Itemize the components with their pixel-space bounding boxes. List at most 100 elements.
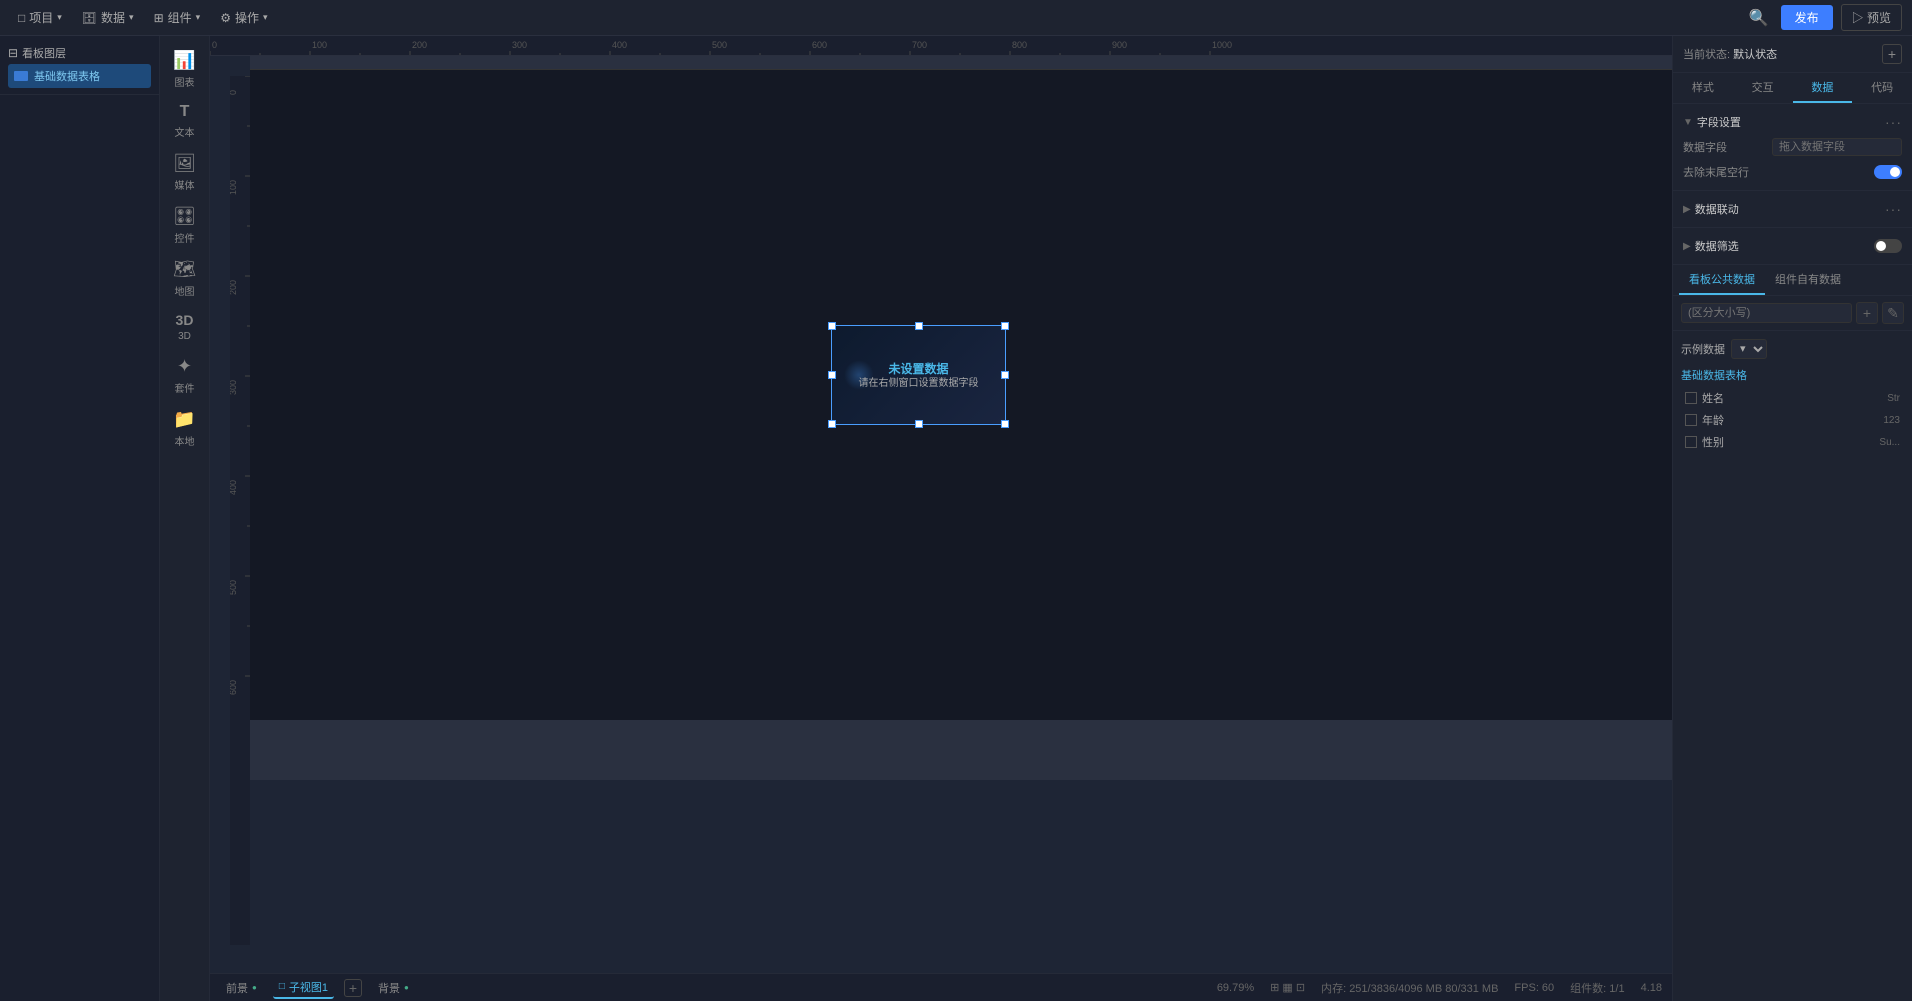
zoom-level: 69.79% bbox=[1217, 982, 1254, 994]
sidebar-item-3d[interactable]: 3D 3D bbox=[163, 306, 207, 348]
data-linkage-header[interactable]: ▶ 数据联动 ··· bbox=[1683, 197, 1902, 221]
right-tabs: 样式 交互 数据 代码 bbox=[1673, 73, 1912, 104]
svg-text:300: 300 bbox=[512, 40, 527, 50]
handle-bl[interactable] bbox=[828, 420, 836, 428]
handle-tr[interactable] bbox=[1001, 322, 1009, 330]
left-panel: ⊟ 看板图层 基础数据表格 bbox=[0, 36, 160, 1001]
trim-empty-row: 去除末尾空行 bbox=[1683, 160, 1902, 184]
data-add-button[interactable]: + bbox=[1856, 302, 1878, 324]
checkbox-gender[interactable] bbox=[1685, 436, 1697, 448]
project-menu[interactable]: □ 项目 ▾ bbox=[10, 6, 70, 29]
handle-mr[interactable] bbox=[1001, 371, 1009, 379]
field-checkbox-name: 姓名 bbox=[1685, 390, 1724, 406]
sidebar-item-local[interactable]: 📁 本地 bbox=[163, 403, 207, 454]
tab-interact[interactable]: 交互 bbox=[1733, 73, 1793, 103]
tab-style[interactable]: 样式 bbox=[1673, 73, 1733, 103]
data-filter-toggle[interactable] bbox=[1874, 239, 1902, 253]
3d-icon: 3D bbox=[176, 312, 194, 328]
field-name-label: 姓名 bbox=[1702, 390, 1724, 406]
data-source-link-row: 基础数据表格 bbox=[1681, 363, 1904, 387]
search-button[interactable]: 🔍 bbox=[1745, 4, 1773, 32]
view-icons: ⊞ ▦ ⊡ bbox=[1270, 981, 1305, 994]
sidebar-item-kit[interactable]: ✦ 套件 bbox=[163, 350, 207, 401]
sidebar-item-media[interactable]: 🖼 媒体 bbox=[163, 147, 207, 198]
publish-button[interactable]: 发布 bbox=[1781, 5, 1833, 30]
data-list: 示例数据 ▾ 基础数据表格 姓名 Str bbox=[1673, 331, 1912, 457]
data-chevron: ▾ bbox=[129, 12, 134, 23]
right-panel: 当前状态: 默认状态 + 样式 交互 数据 代码 ▼ bbox=[1672, 36, 1912, 1001]
trim-empty-toggle[interactable] bbox=[1874, 165, 1902, 179]
sidebar-item-map[interactable]: 🗺 地图 bbox=[163, 253, 207, 304]
handle-br[interactable] bbox=[1001, 420, 1009, 428]
field-checkbox-age: 年龄 bbox=[1685, 412, 1724, 428]
svg-text:200: 200 bbox=[412, 40, 427, 50]
tab-data[interactable]: 数据 bbox=[1793, 73, 1853, 103]
handle-tc[interactable] bbox=[915, 322, 923, 330]
preview-button[interactable]: ▷ 预览 bbox=[1841, 4, 1902, 31]
operate-menu[interactable]: ⚙ 操作 ▾ bbox=[212, 6, 275, 29]
data-bottom: 看板公共数据 组件自有数据 + ✎ 示例数据 ▾ bbox=[1673, 265, 1912, 1001]
sidebar-item-control[interactable]: 🎛 控件 bbox=[163, 200, 207, 251]
canvas-widget[interactable]: 未设置数据 请在右侧窗口设置数据字段 bbox=[831, 325, 1006, 425]
local-icon: 📁 bbox=[173, 409, 195, 430]
data-search-input[interactable] bbox=[1681, 303, 1852, 323]
text-label: 文本 bbox=[175, 124, 195, 139]
data-source-row: 示例数据 ▾ bbox=[1681, 335, 1904, 363]
component-menu[interactable]: ⊞ 组件 ▾ bbox=[146, 6, 209, 29]
canvas-main[interactable]: 未设置数据 请在右侧窗口设置数据字段 bbox=[250, 70, 1672, 720]
field-gender-type: Su... bbox=[1879, 437, 1900, 448]
db-icon: 🗄 bbox=[82, 11, 97, 25]
main-layout: ⊟ 看板图层 基础数据表格 📊 图表 T 文本 🖼 媒体 🎛 控件 🗺 bbox=[0, 36, 1912, 1001]
data-filter-title: ▶ 数据筛选 bbox=[1683, 238, 1739, 254]
project-label: 项目 bbox=[29, 9, 53, 26]
data-linkage-section: ▶ 数据联动 ··· bbox=[1673, 191, 1912, 228]
preview-icon: ▷ bbox=[1852, 11, 1864, 25]
data-source-link[interactable]: 基础数据表格 bbox=[1681, 367, 1747, 383]
data-edit-button[interactable]: ✎ bbox=[1882, 302, 1904, 324]
checkbox-age[interactable] bbox=[1685, 414, 1697, 426]
preview-label: 预览 bbox=[1867, 11, 1891, 25]
data-tab-kanban[interactable]: 看板公共数据 bbox=[1679, 265, 1765, 295]
section-arrow-right2: ▶ bbox=[1683, 241, 1691, 252]
operate-icon: ⚙ bbox=[220, 11, 231, 25]
data-menu[interactable]: 🗄 数据 ▾ bbox=[74, 6, 142, 29]
add-state-button[interactable]: + bbox=[1882, 44, 1902, 64]
tab-child[interactable]: □ 子视图1 bbox=[273, 977, 334, 999]
bottom-right-info: 69.79% ⊞ ▦ ⊡ 内存: 251/3836/4096 MB 80/331… bbox=[1217, 980, 1662, 996]
canvas-bottom-bar: 前景 ● □ 子视图1 + 背景 ● 69.79% ⊞ ▦ ⊡ 内存: 251/… bbox=[210, 973, 1672, 1001]
field-settings-title: ▼ 字段设置 bbox=[1683, 114, 1741, 130]
data-linkage-menu[interactable]: ··· bbox=[1885, 201, 1902, 217]
data-field-row: 数据字段 bbox=[1683, 134, 1902, 160]
tab-back[interactable]: 背景 ● bbox=[372, 978, 415, 998]
data-field-input[interactable] bbox=[1772, 138, 1902, 156]
field-settings-section: ▼ 字段设置 ··· 数据字段 去除末尾空行 bbox=[1673, 104, 1912, 191]
canvas-content[interactable]: 0 100 200 300 400 500 600 bbox=[230, 56, 1672, 973]
data-linkage-title: ▶ 数据联动 bbox=[1683, 201, 1739, 217]
layer-item-basic[interactable]: 基础数据表格 bbox=[8, 64, 151, 88]
field-checkbox-gender: 性别 bbox=[1685, 434, 1724, 450]
kit-icon: ✦ bbox=[177, 356, 192, 377]
svg-text:900: 900 bbox=[1112, 40, 1127, 50]
tab-prev[interactable]: 前景 ● bbox=[220, 978, 263, 998]
component-icon: ⊞ bbox=[154, 11, 164, 25]
sidebar-item-text[interactable]: T 文本 bbox=[163, 97, 207, 145]
state-value: 默认状态 bbox=[1733, 49, 1777, 61]
tab-prev-dot: ● bbox=[252, 983, 257, 992]
kit-label: 套件 bbox=[175, 380, 195, 395]
data-filter-header[interactable]: ▶ 数据筛选 bbox=[1683, 234, 1902, 258]
field-age-type: 123 bbox=[1883, 415, 1900, 426]
sidebar-item-chart[interactable]: 📊 图表 bbox=[163, 44, 207, 95]
canvas-area[interactable]: 0 100 200 300 400 500 600 bbox=[210, 36, 1672, 1001]
widget-hint: 请在右侧窗口设置数据字段 bbox=[859, 377, 979, 391]
handle-tl[interactable] bbox=[828, 322, 836, 330]
data-tab-component[interactable]: 组件自有数据 bbox=[1765, 265, 1851, 295]
handle-bc[interactable] bbox=[915, 420, 923, 428]
checkbox-name[interactable] bbox=[1685, 392, 1697, 404]
data-source-tabs: 看板公共数据 组件自有数据 bbox=[1673, 265, 1912, 296]
field-settings-menu[interactable]: ··· bbox=[1885, 114, 1902, 130]
data-source-select[interactable]: ▾ bbox=[1731, 339, 1767, 359]
handle-ml[interactable] bbox=[828, 371, 836, 379]
tab-code[interactable]: 代码 bbox=[1852, 73, 1912, 103]
tab-back-label: 背景 bbox=[378, 980, 400, 996]
tab-add-button[interactable]: + bbox=[344, 979, 362, 997]
